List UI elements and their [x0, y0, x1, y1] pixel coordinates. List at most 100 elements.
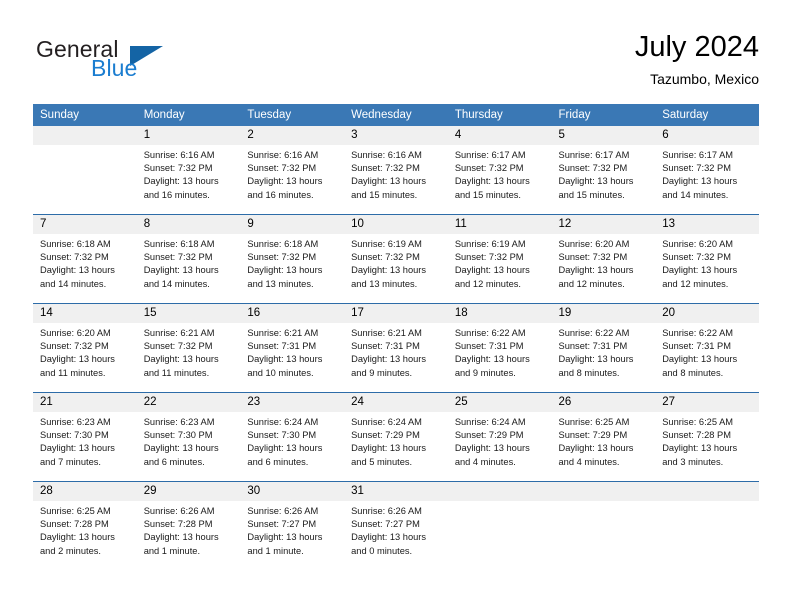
day-cell-inner: 7 Sunrise: 6:18 AM Sunset: 7:32 PM Daylight… [33, 215, 137, 303]
calendar-day-cell[interactable]: 28 Sunrise: 6:25 AM Sunset: 7:28 PM Dayligh… [33, 481, 137, 570]
daylight-text-line1: Daylight: 13 hours [143, 354, 219, 365]
day-sun-details: Sunrise: 6:20 AM Sunset: 7:32 PM Daylight:… [33, 323, 137, 380]
calendar-week-row: 28 Sunrise: 6:25 AM Sunset: 7:28 PM Dayligh… [33, 481, 759, 570]
sunrise-text: Sunrise: 6:22 AM [454, 328, 526, 338]
sunset-text: Sunset: 7:30 PM [247, 430, 317, 441]
calendar-day-cell[interactable]: 14 Sunrise: 6:20 AM Sunset: 7:32 PM Dayligh… [33, 303, 137, 393]
sunset-text: Sunset: 7:28 PM [143, 519, 213, 530]
calendar-day-cell[interactable]: 20 Sunrise: 6:22 AM Sunset: 7:31 PM Dayligh… [655, 303, 759, 393]
daylight-text-line1: Daylight: 13 hours [247, 443, 323, 454]
calendar-day-cell[interactable]: 25 Sunrise: 6:24 AM Sunset: 7:29 PM Dayligh… [447, 392, 552, 482]
day-sun-details: Sunrise: 6:18 AM Sunset: 7:32 PM Daylight:… [137, 234, 241, 291]
day-cell-inner: 6 Sunrise: 6:17 AM Sunset: 7:32 PM Daylight… [655, 126, 759, 214]
day-number: 11 [447, 215, 552, 234]
day-cell-inner: 10 Sunrise: 6:19 AM Sunset: 7:32 PM Dayligh… [344, 215, 448, 303]
calendar-day-cell[interactable]: 21 Sunrise: 6:23 AM Sunset: 7:30 PM Dayligh… [33, 392, 137, 482]
day-cell-inner: 22 Sunrise: 6:23 AM Sunset: 7:30 PM Dayligh… [136, 393, 241, 481]
sunrise-text: Sunrise: 6:23 AM [143, 417, 215, 427]
general-blue-logo[interactable]: General Blue [33, 36, 243, 88]
sunset-text: Sunset: 7:32 PM [662, 252, 731, 263]
day-sun-details: Sunrise: 6:25 AM Sunset: 7:28 PM Daylight:… [655, 412, 759, 469]
weekday-header-tuesday: Tuesday [240, 104, 345, 126]
day-number: 18 [447, 304, 552, 323]
day-number [551, 482, 656, 501]
calendar-day-cell[interactable]: 6 Sunrise: 6:17 AM Sunset: 7:32 PM Daylight… [655, 126, 759, 215]
daylight-text-line2: and 15 minutes. [558, 189, 625, 200]
day-number: 19 [551, 304, 656, 323]
calendar-day-cell[interactable]: 4 Sunrise: 6:17 AM Sunset: 7:32 PM Daylight… [447, 126, 552, 215]
calendar-day-cell[interactable]: 27 Sunrise: 6:25 AM Sunset: 7:28 PM Dayligh… [655, 392, 759, 482]
sunset-text: Sunset: 7:31 PM [247, 341, 317, 352]
sunrise-text: Sunrise: 6:25 AM [40, 506, 111, 516]
calendar-day-cell[interactable]: 24 Sunrise: 6:24 AM Sunset: 7:29 PM Dayligh… [344, 392, 448, 482]
day-cell-inner: 2 Sunrise: 6:16 AM Sunset: 7:32 PM Daylight… [240, 126, 345, 214]
sunset-text: Sunset: 7:32 PM [143, 163, 213, 174]
calendar-day-cell[interactable]: 31 Sunrise: 6:26 AM Sunset: 7:27 PM Dayligh… [344, 481, 448, 570]
calendar-day-cell[interactable]: 19 Sunrise: 6:22 AM Sunset: 7:31 PM Dayligh… [551, 303, 656, 393]
day-cell-inner: 19 Sunrise: 6:22 AM Sunset: 7:31 PM Dayligh… [551, 304, 656, 392]
calendar-day-cell[interactable]: 26 Sunrise: 6:25 AM Sunset: 7:29 PM Dayligh… [551, 392, 656, 482]
sunset-text: Sunset: 7:32 PM [454, 252, 524, 263]
calendar-grid: Sunday Monday Tuesday Wednesday Thursday… [33, 104, 759, 570]
sunrise-text: Sunrise: 6:24 AM [454, 417, 526, 427]
day-number: 6 [655, 126, 759, 145]
sunrise-text: Sunrise: 6:16 AM [247, 150, 319, 160]
daylight-text-line2: and 4 minutes. [454, 456, 516, 467]
calendar-day-cell-empty [447, 481, 552, 570]
sunset-text: Sunset: 7:32 PM [351, 163, 420, 174]
calendar-day-cell[interactable]: 30 Sunrise: 6:26 AM Sunset: 7:27 PM Dayligh… [240, 481, 345, 570]
calendar-day-cell[interactable]: 13 Sunrise: 6:20 AM Sunset: 7:32 PM Dayligh… [655, 214, 759, 304]
calendar-day-cell[interactable]: 15 Sunrise: 6:21 AM Sunset: 7:32 PM Dayligh… [136, 303, 241, 393]
daylight-text-line2: and 10 minutes. [247, 367, 314, 378]
calendar-day-cell[interactable]: 8 Sunrise: 6:18 AM Sunset: 7:32 PM Daylight… [136, 214, 241, 304]
day-number: 22 [136, 393, 241, 412]
calendar-day-cell[interactable]: 11 Sunrise: 6:19 AM Sunset: 7:32 PM Dayligh… [447, 214, 552, 304]
day-sun-details: Sunrise: 6:24 AM Sunset: 7:30 PM Daylight:… [240, 412, 344, 469]
day-number: 16 [240, 304, 345, 323]
calendar-day-cell[interactable]: 17 Sunrise: 6:21 AM Sunset: 7:31 PM Dayligh… [344, 303, 448, 393]
calendar-day-cell[interactable]: 2 Sunrise: 6:16 AM Sunset: 7:32 PM Daylight… [240, 126, 345, 215]
sunset-text: Sunset: 7:28 PM [662, 430, 731, 441]
calendar-day-cell[interactable]: 9 Sunrise: 6:18 AM Sunset: 7:32 PM Daylight… [240, 214, 345, 304]
calendar-day-cell[interactable]: 18 Sunrise: 6:22 AM Sunset: 7:31 PM Dayligh… [447, 303, 552, 393]
calendar-day-cell[interactable]: 23 Sunrise: 6:24 AM Sunset: 7:30 PM Dayligh… [240, 392, 345, 482]
calendar-day-cell[interactable]: 29 Sunrise: 6:26 AM Sunset: 7:28 PM Dayligh… [136, 481, 241, 570]
sunset-text: Sunset: 7:32 PM [247, 252, 317, 263]
day-sun-details: Sunrise: 6:22 AM Sunset: 7:31 PM Daylight:… [552, 323, 656, 380]
daylight-text-line1: Daylight: 13 hours [558, 176, 634, 187]
day-sun-details: Sunrise: 6:19 AM Sunset: 7:32 PM Daylight:… [344, 234, 448, 291]
calendar-day-cell[interactable]: 5 Sunrise: 6:17 AM Sunset: 7:32 PM Daylight… [551, 126, 656, 215]
calendar-day-cell[interactable]: 22 Sunrise: 6:23 AM Sunset: 7:30 PM Dayligh… [136, 392, 241, 482]
calendar-day-cell[interactable]: 3 Sunrise: 6:16 AM Sunset: 7:32 PM Daylight… [344, 126, 448, 215]
day-sun-details: Sunrise: 6:16 AM Sunset: 7:32 PM Daylight:… [240, 145, 344, 202]
day-number: 5 [551, 126, 656, 145]
calendar-day-cell[interactable]: 12 Sunrise: 6:20 AM Sunset: 7:32 PM Dayligh… [551, 214, 656, 304]
sunrise-text: Sunrise: 6:24 AM [247, 417, 319, 427]
sunrise-text: Sunrise: 6:17 AM [454, 150, 526, 160]
sunrise-text: Sunrise: 6:22 AM [558, 328, 630, 338]
day-sun-details: Sunrise: 6:26 AM Sunset: 7:27 PM Daylight:… [344, 501, 448, 558]
weekday-header-sunday: Sunday [33, 104, 137, 126]
day-sun-details: Sunrise: 6:16 AM Sunset: 7:32 PM Daylight:… [344, 145, 448, 202]
weekday-header-thursday: Thursday [447, 104, 552, 126]
daylight-text-line2: and 4 minutes. [558, 456, 620, 467]
calendar-day-cell[interactable]: 16 Sunrise: 6:21 AM Sunset: 7:31 PM Dayligh… [240, 303, 345, 393]
sunrise-text: Sunrise: 6:24 AM [351, 417, 422, 427]
daylight-text-line2: and 1 minute. [247, 545, 304, 556]
day-number: 12 [551, 215, 656, 234]
calendar-day-cell[interactable]: 10 Sunrise: 6:19 AM Sunset: 7:32 PM Dayligh… [344, 214, 448, 304]
daylight-text-line2: and 1 minute. [143, 545, 201, 556]
daylight-text-line1: Daylight: 13 hours [40, 354, 115, 365]
calendar-day-cell[interactable]: 1 Sunrise: 6:16 AM Sunset: 7:32 PM Daylight… [136, 126, 241, 215]
daylight-text-line2: and 16 minutes. [143, 189, 210, 200]
daylight-text-line1: Daylight: 13 hours [558, 265, 634, 276]
daylight-text-line1: Daylight: 13 hours [662, 354, 738, 365]
sunset-text: Sunset: 7:32 PM [40, 252, 109, 263]
day-number: 2 [240, 126, 345, 145]
calendar-day-cell[interactable]: 7 Sunrise: 6:18 AM Sunset: 7:32 PM Daylight… [33, 214, 137, 304]
day-cell-inner: 28 Sunrise: 6:25 AM Sunset: 7:28 PM Dayligh… [33, 482, 137, 570]
day-number: 26 [551, 393, 656, 412]
sunrise-text: Sunrise: 6:19 AM [454, 239, 526, 249]
sunrise-text: Sunrise: 6:17 AM [558, 150, 630, 160]
day-cell-inner: 1 Sunrise: 6:16 AM Sunset: 7:32 PM Daylight… [136, 126, 241, 214]
